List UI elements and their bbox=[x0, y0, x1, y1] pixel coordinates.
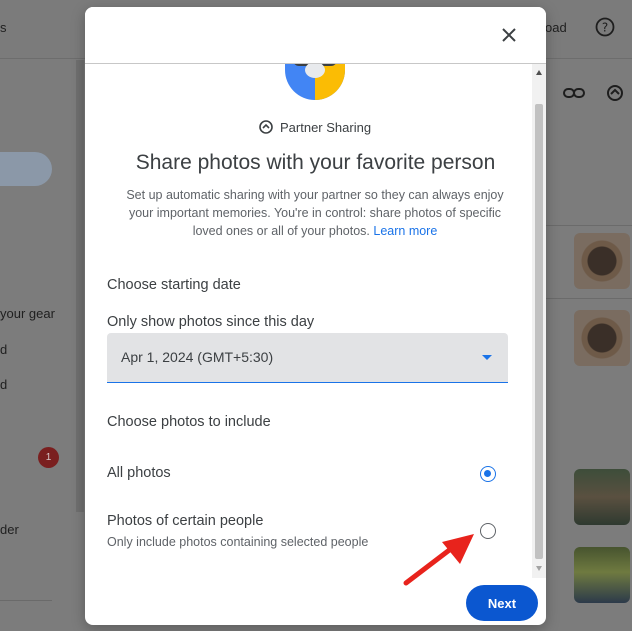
close-button[interactable] bbox=[498, 24, 520, 46]
background-sidebar-text: your gear bbox=[0, 306, 55, 321]
certain-people-radio[interactable] bbox=[480, 523, 496, 539]
link-icon[interactable] bbox=[563, 84, 585, 107]
background-topbar-text-right: oad bbox=[545, 20, 567, 35]
learn-more-link[interactable]: Learn more bbox=[373, 224, 437, 238]
date-field-label: Only show photos since this day bbox=[107, 314, 315, 330]
starting-date-value: Apr 1, 2024 (GMT+5:30) bbox=[121, 349, 274, 365]
background-sidebar-text: der bbox=[0, 522, 19, 537]
help-icon[interactable]: ? bbox=[595, 17, 615, 42]
close-icon bbox=[502, 28, 516, 42]
partner-sharing-icon[interactable] bbox=[606, 84, 624, 107]
all-photos-radio[interactable] bbox=[480, 466, 496, 482]
scroll-up-arrow-icon[interactable] bbox=[536, 70, 542, 75]
option-certain-people-label: Photos of certain people bbox=[107, 513, 264, 529]
dialog-content: Partner Sharing Share photos with your f… bbox=[85, 64, 532, 574]
description-text: Set up automatic sharing with your partn… bbox=[126, 188, 504, 238]
include-photos-heading: Choose photos to include bbox=[107, 414, 271, 430]
starting-date-select[interactable]: Apr 1, 2024 (GMT+5:30) bbox=[107, 333, 508, 383]
dropdown-caret-icon bbox=[482, 355, 492, 360]
background-photo-thumbnail[interactable] bbox=[574, 233, 630, 289]
annotation-arrow-icon bbox=[403, 534, 474, 586]
background-photo-thumbnail[interactable] bbox=[574, 547, 630, 603]
dialog-title: Share photos with your favorite person bbox=[135, 151, 496, 174]
starting-date-heading: Choose starting date bbox=[107, 277, 241, 293]
brand-row: Partner Sharing bbox=[259, 118, 371, 136]
next-button[interactable]: Next bbox=[466, 585, 538, 621]
background-divider bbox=[0, 600, 52, 601]
background-notification-badge: 1 bbox=[38, 447, 59, 468]
brand-label: Partner Sharing bbox=[280, 119, 372, 135]
background-row-divider bbox=[545, 225, 632, 226]
background-scrollbar bbox=[76, 60, 84, 512]
dialog-description: Set up automatic sharing with your partn… bbox=[115, 186, 515, 240]
background-row-divider bbox=[545, 298, 632, 299]
background-topbar-text-left: s bbox=[0, 20, 7, 35]
svg-text:?: ? bbox=[602, 21, 608, 35]
background-sidebar-text: d bbox=[0, 342, 8, 357]
partner-sharing-icon bbox=[259, 120, 273, 134]
background-photo-thumbnail[interactable] bbox=[574, 469, 630, 525]
background-photo-thumbnail[interactable] bbox=[574, 310, 630, 366]
partner-illustration bbox=[285, 64, 345, 100]
dialog-scrollbar[interactable] bbox=[532, 64, 546, 578]
option-certain-people-sublabel: Only include photos containing selected … bbox=[107, 535, 369, 549]
background-sidebar-active-item bbox=[0, 152, 52, 186]
background-sidebar-text: d bbox=[0, 377, 8, 392]
dialog-header bbox=[85, 7, 546, 64]
scroll-down-arrow-icon[interactable] bbox=[536, 566, 542, 571]
option-all-photos-label: All photos bbox=[107, 465, 171, 481]
scroll-thumb[interactable] bbox=[535, 104, 543, 559]
